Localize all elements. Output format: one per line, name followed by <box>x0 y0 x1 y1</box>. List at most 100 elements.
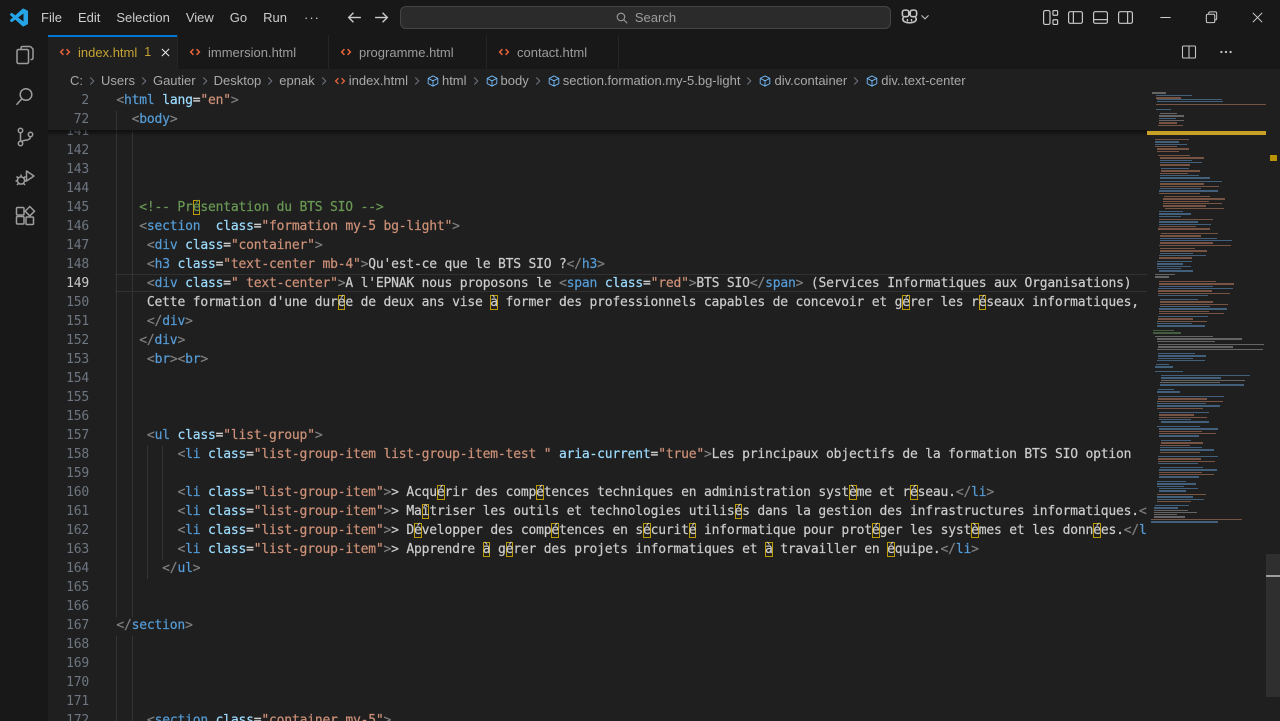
code-line-148[interactable]: <h3 class="text-center mb-4">Qu'est-ce q… <box>116 255 604 274</box>
minimap-code-row <box>1158 458 1201 459</box>
source-control-icon[interactable] <box>13 125 37 149</box>
code-line-152[interactable]: </div> <box>116 331 185 350</box>
tab-label: immersion.html <box>208 45 296 60</box>
code-line-151[interactable]: </div> <box>116 312 192 331</box>
explorer-icon[interactable] <box>13 43 37 67</box>
indent-guide <box>132 389 133 408</box>
close-tab-button[interactable] <box>157 44 173 60</box>
code-line-161[interactable]: <li class="list-group-item">> Maîtriser … <box>116 502 1147 521</box>
code-line-162[interactable]: <li class="list-group-item">> Développer… <box>116 521 1147 540</box>
minimap[interactable] <box>1147 92 1266 721</box>
code-line-149[interactable]: <div class=" text-center">A l'EPNAK nous… <box>116 274 1131 293</box>
nav-back-button[interactable] <box>346 9 363 26</box>
breadcrumb-epnak[interactable]: epnak <box>279 73 314 88</box>
minimap-code-row <box>1157 483 1196 484</box>
vscode-logo[interactable] <box>10 8 28 27</box>
breadcrumb-Users[interactable]: Users <box>101 73 135 88</box>
minimap-code-row <box>1160 384 1244 385</box>
search-input[interactable]: Search <box>400 6 891 29</box>
code-line-145[interactable]: <!-- Présentation du BTS SIO --> <box>116 198 383 217</box>
breadcrumb-html[interactable]: html <box>426 73 467 88</box>
line-number: 150 <box>48 293 89 312</box>
breadcrumb-Desktop[interactable]: Desktop <box>214 73 262 88</box>
editor[interactable]: 141142143144145 <!-- Présentation du BTS… <box>48 92 1280 721</box>
copilot-button[interactable] <box>901 8 932 25</box>
close-button[interactable] <box>1234 0 1280 35</box>
chevron-right-icon <box>849 74 863 88</box>
code-line-158[interactable]: <li class="list-group-item list-group-it… <box>116 445 1138 464</box>
code-area[interactable]: 141142143144145 <!-- Présentation du BTS… <box>48 92 1147 721</box>
sticky-scroll-shadow <box>48 130 1147 136</box>
minimap-code-row <box>1159 469 1217 470</box>
breadcrumb-section.formation.my-5.bg-light[interactable]: section.formation.my-5.bg-light <box>547 73 741 88</box>
minimap-code-row <box>1159 224 1211 225</box>
menu-file[interactable]: File <box>33 0 70 35</box>
breadcrumb-body[interactable]: body <box>485 73 529 88</box>
minimap-code-row <box>1160 250 1207 251</box>
breadcrumb-div.container[interactable]: div.container <box>758 73 847 88</box>
run-debug-icon[interactable] <box>13 165 37 189</box>
tab-immersion.html[interactable]: immersion.html <box>178 35 329 69</box>
minimap-code-row <box>1157 405 1220 406</box>
minimap-code-row <box>1163 205 1206 206</box>
minimap-code-row <box>1160 447 1202 448</box>
tab-contact.html[interactable]: contact.html <box>487 35 619 69</box>
menu-go[interactable]: Go <box>222 0 255 35</box>
menu-run[interactable]: Run <box>255 0 295 35</box>
more-actions-icon[interactable] <box>1218 44 1234 60</box>
minimap-code-row <box>1156 364 1169 365</box>
overview-cursor-mark <box>1266 575 1280 577</box>
minimap-code-row <box>1159 245 1231 246</box>
minimap-code-row <box>1160 306 1210 307</box>
sticky-code-line-2[interactable]: <html lang="en"> <box>116 91 238 110</box>
extensions-icon[interactable] <box>13 204 37 228</box>
breadcrumb-C:[interactable]: C: <box>70 73 83 88</box>
breadcrumb-Gautier[interactable]: Gautier <box>153 73 196 88</box>
toggle-sidebar-right-icon[interactable] <box>1117 9 1134 26</box>
menu-selection[interactable]: Selection <box>108 0 177 35</box>
minimap-code-row <box>1161 421 1209 422</box>
minimize-button[interactable] <box>1142 0 1188 35</box>
breadcrumb-index.html[interactable]: index.html <box>333 73 408 88</box>
code-line-150[interactable]: Cette formation d'une durée de deux ans … <box>116 293 1138 312</box>
menu-more[interactable]: ··· <box>295 10 329 25</box>
code-line-146[interactable]: <section class="formation my-5 bg-light"… <box>116 217 459 236</box>
code-line-172[interactable]: <section class="container my-5"> <box>116 711 391 721</box>
toggle-panel-icon[interactable] <box>1092 9 1109 26</box>
code-line-157[interactable]: <ul class="list-group"> <box>116 426 322 445</box>
tab-index.html[interactable]: index.html1 <box>48 35 178 69</box>
indent-guide <box>116 465 117 484</box>
minimap-code-row <box>1164 196 1210 197</box>
minimap-code-row <box>1159 283 1234 284</box>
search-activity-icon[interactable] <box>13 85 37 109</box>
tab-programme.html[interactable]: programme.html <box>329 35 487 69</box>
minimap-code-row <box>1157 481 1186 482</box>
split-editor-icon[interactable] <box>1181 44 1197 60</box>
scrollbar[interactable] <box>1266 92 1280 721</box>
sticky-scroll: 2<html lang="en">72 <body> <box>48 92 1147 130</box>
breadcrumb-div..text-center[interactable]: div..text-center <box>865 73 965 88</box>
minimap-code-row <box>1158 316 1208 317</box>
minimap-code-row <box>1157 403 1206 404</box>
minimap-warning-line <box>1147 131 1266 135</box>
code-line-153[interactable]: <br><br> <box>116 350 208 369</box>
nav-forward-button[interactable] <box>373 9 390 26</box>
minimap-code-row <box>1155 276 1169 277</box>
menu-view[interactable]: View <box>178 0 222 35</box>
toggle-sidebar-left-icon[interactable] <box>1067 9 1084 26</box>
customize-layout-icon[interactable] <box>1042 9 1059 26</box>
line-number: 158 <box>48 445 89 464</box>
minimap-code-row <box>1157 360 1205 361</box>
code-line-164[interactable]: </ul> <box>116 559 200 578</box>
minimap-code-row <box>1157 323 1192 324</box>
close-tab-icon[interactable] <box>159 46 172 59</box>
code-line-147[interactable]: <div class="container"> <box>116 236 322 255</box>
minimap-code-row <box>1155 146 1177 147</box>
menu-edit[interactable]: Edit <box>70 0 108 35</box>
code-line-167[interactable]: </section> <box>116 616 192 635</box>
code-line-163[interactable]: <li class="list-group-item">> Apprendre … <box>116 540 978 559</box>
activity-bar <box>0 35 48 721</box>
code-line-160[interactable]: <li class="list-group-item">> Acquérir d… <box>116 483 994 502</box>
maximize-button[interactable] <box>1188 0 1234 35</box>
sticky-code-line-72[interactable]: <body> <box>116 110 177 129</box>
